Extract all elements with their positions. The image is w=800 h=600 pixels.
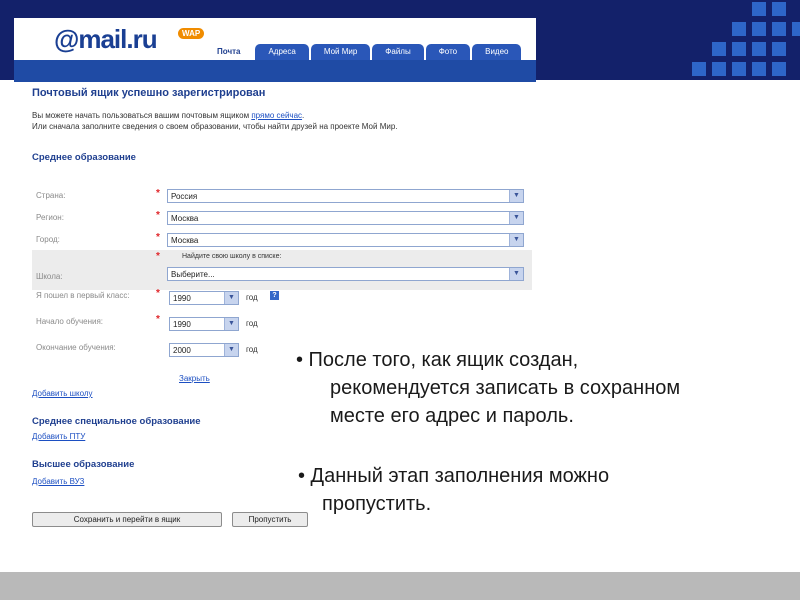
bullet-1-line-1: • После того, как ящик создан, bbox=[296, 349, 579, 371]
chevron-down-icon: ▼ bbox=[509, 268, 523, 280]
required-mark: * bbox=[156, 251, 160, 262]
wap-badge[interactable]: WAP bbox=[178, 28, 205, 39]
intro-text: Вы можете начать пользоваться вашим почт… bbox=[32, 111, 252, 120]
start-unit: год bbox=[246, 319, 258, 328]
intro-line-1: Вы можете начать пользоваться вашим почт… bbox=[32, 111, 304, 120]
chevron-down-icon: ▼ bbox=[224, 292, 238, 304]
add-ptu-link[interactable]: Добавить ПТУ bbox=[32, 432, 85, 441]
first-grade-value: 1990 bbox=[173, 294, 191, 303]
tab-my-world[interactable]: Мой Мир bbox=[310, 44, 371, 60]
start-select[interactable]: 1990 ▼ bbox=[169, 317, 239, 331]
page-title: Почтовый ящик успешно зарегистрирован bbox=[32, 87, 266, 99]
close-link[interactable]: Закрыть bbox=[179, 374, 210, 383]
end-select[interactable]: 2000 ▼ bbox=[169, 343, 239, 357]
required-mark: * bbox=[156, 232, 160, 243]
country-label: Страна: bbox=[36, 191, 66, 200]
add-university-link[interactable]: Добавить ВУЗ bbox=[32, 477, 84, 486]
country-value: Россия bbox=[171, 192, 198, 201]
mailru-screenshot: @mail.ru WAP Почта Адреса Мой Мир Файлы … bbox=[14, 18, 536, 532]
region-label: Регион: bbox=[36, 213, 64, 222]
add-school-link[interactable]: Добавить школу bbox=[32, 389, 93, 398]
required-mark: * bbox=[156, 210, 160, 221]
slide-bottom-bar bbox=[0, 572, 800, 600]
city-select[interactable]: Москва ▼ bbox=[167, 233, 524, 247]
first-grade-select[interactable]: 1990 ▼ bbox=[169, 291, 239, 305]
required-mark: * bbox=[156, 188, 160, 199]
mailru-header: @mail.ru WAP Почта Адреса Мой Мир Файлы … bbox=[14, 18, 536, 60]
required-mark: * bbox=[156, 314, 160, 325]
start-value: 1990 bbox=[173, 320, 191, 329]
end-unit: год bbox=[246, 345, 258, 354]
country-select[interactable]: Россия ▼ bbox=[167, 189, 524, 203]
city-label: Город: bbox=[36, 235, 60, 244]
nav-strip bbox=[14, 60, 536, 82]
intro-line-2: Или сначала заполните сведения о своем о… bbox=[32, 122, 398, 131]
tab-files[interactable]: Файлы bbox=[372, 44, 424, 60]
bullet-1-line-3: месте его адрес и пароль. bbox=[330, 405, 574, 427]
chevron-down-icon: ▼ bbox=[509, 234, 523, 246]
chevron-down-icon: ▼ bbox=[509, 212, 523, 224]
chevron-down-icon: ▼ bbox=[224, 318, 238, 330]
first-grade-unit: год bbox=[246, 293, 258, 302]
save-and-go-button[interactable]: Сохранить и перейти в ящик bbox=[32, 512, 222, 527]
school-value: Выберите... bbox=[171, 270, 215, 279]
school-label: Школа: bbox=[36, 272, 63, 281]
end-value: 2000 bbox=[173, 346, 191, 355]
city-value: Москва bbox=[171, 236, 199, 245]
service-tabs: Почта Адреса Мой Мир Файлы Фото Видео bbox=[204, 44, 523, 60]
region-select[interactable]: Москва ▼ bbox=[167, 211, 524, 225]
bullet-2-line-1: • Данный этап заполнения можно bbox=[298, 465, 610, 487]
first-grade-label: Я пошел в первый класс: bbox=[36, 291, 130, 300]
tab-addresses[interactable]: Адреса bbox=[255, 44, 309, 60]
required-mark: * bbox=[156, 288, 160, 299]
chevron-down-icon: ▼ bbox=[509, 190, 523, 202]
mailru-logo[interactable]: @mail.ru bbox=[54, 24, 158, 55]
school-select[interactable]: Выберите... ▼ bbox=[167, 267, 524, 281]
start-now-link[interactable]: прямо сейчас bbox=[251, 111, 302, 120]
bullet-1-line-2: рекомендуется записать в сохранном bbox=[330, 377, 681, 399]
tab-mail[interactable]: Почта bbox=[204, 44, 254, 60]
region-value: Москва bbox=[171, 214, 199, 223]
chevron-down-icon: ▼ bbox=[224, 344, 238, 356]
start-label: Начало обучения: bbox=[36, 317, 104, 326]
school-hint: Найдите свою школу в списке: bbox=[182, 253, 282, 260]
skip-button[interactable]: Пропустить bbox=[232, 512, 308, 527]
end-label: Окончание обучения: bbox=[36, 343, 116, 352]
section-higher-heading: Высшее образование bbox=[32, 459, 135, 470]
section-vocational-heading: Среднее специальное образование bbox=[32, 416, 201, 427]
intro-period: . bbox=[302, 111, 305, 120]
help-icon[interactable]: ? bbox=[270, 291, 279, 300]
bullet-2-line-2: пропустить. bbox=[322, 493, 432, 515]
tab-video[interactable]: Видео bbox=[472, 44, 522, 60]
section-secondary-heading: Среднее образование bbox=[32, 152, 136, 163]
tab-photo[interactable]: Фото bbox=[425, 44, 471, 60]
